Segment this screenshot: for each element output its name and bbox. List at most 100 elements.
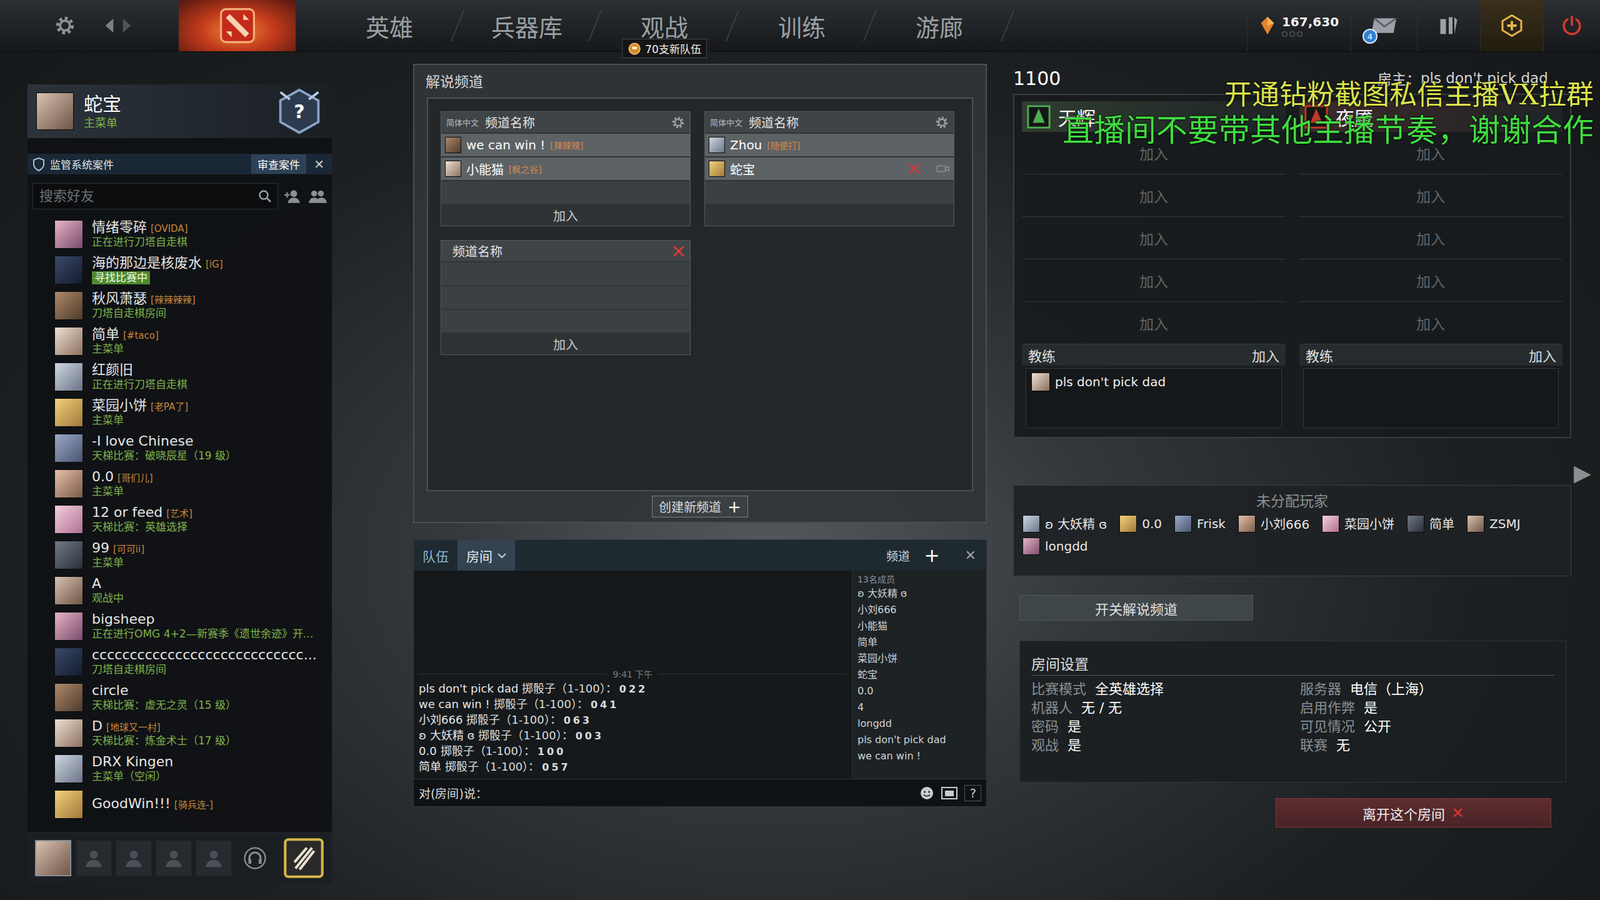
chat-message-user[interactable]: we can win !: [418, 697, 490, 711]
empty-party-slot[interactable]: [196, 840, 232, 876]
add-friend-icon[interactable]: [284, 188, 302, 205]
chat-message-user[interactable]: ʚ 大妖精 ɞ: [418, 728, 475, 742]
chat-member[interactable]: 4: [857, 699, 982, 716]
review-case-button[interactable]: 审查案件: [251, 154, 307, 174]
battle-pass-icon[interactable]: [283, 837, 325, 879]
channel-member[interactable]: 蛇宝: [705, 157, 954, 180]
add-channel-button[interactable]: +: [923, 546, 940, 565]
unassigned-player[interactable]: ZSMJ: [1466, 514, 1521, 533]
new-teams-badge[interactable]: 70支新队伍: [621, 38, 707, 59]
delete-channel-icon[interactable]: [672, 245, 685, 258]
nav-tab[interactable]: 游廊: [870, 0, 1009, 52]
chat-member[interactable]: 小能猫: [857, 618, 982, 635]
chat-message-user[interactable]: 小刘666: [418, 713, 463, 727]
chat-tab[interactable]: 房间: [457, 540, 515, 571]
friend-row[interactable]: 0.0[哥们儿]主菜单: [27, 465, 332, 502]
emoji-icon[interactable]: [919, 785, 935, 801]
nav-tab[interactable]: 兵器库: [458, 0, 596, 52]
unassigned-player[interactable]: Frisk: [1174, 514, 1226, 533]
quit-button[interactable]: [1543, 0, 1600, 52]
chat-help-button[interactable]: ?: [964, 785, 982, 802]
friend-row[interactable]: 简单[#taco]主菜单: [27, 323, 332, 359]
team-slot[interactable]: 加入: [1299, 131, 1564, 175]
unassigned-player[interactable]: 菜园小饼: [1321, 514, 1395, 533]
team-slot[interactable]: 加入: [1021, 301, 1286, 345]
friend-row[interactable]: cccccccccccccccccccccccccccc...刀塔自走棋房间: [27, 643, 332, 680]
channel-member[interactable]: 小能猫[枫之谷]: [441, 157, 690, 180]
create-channel-button[interactable]: 创建新频道+: [651, 495, 749, 518]
case-close-button[interactable]: ✕: [311, 156, 327, 172]
friends-group-icon[interactable]: [308, 188, 327, 205]
chat-input[interactable]: [493, 785, 914, 801]
close-chat-button[interactable]: ✕: [965, 547, 977, 564]
friend-row[interactable]: 红颜旧正在进行刀塔自走棋: [27, 358, 332, 395]
team-slot[interactable]: 加入: [1021, 174, 1286, 217]
unassigned-player[interactable]: 小刘666: [1238, 514, 1310, 533]
friend-search-input[interactable]: [38, 187, 258, 205]
screenshot-icon[interactable]: [940, 785, 959, 801]
team-slot[interactable]: 加入: [1021, 216, 1286, 260]
friend-row[interactable]: DRX Kingen主菜单（空闲）: [27, 750, 332, 787]
back-arrow-icon[interactable]: [104, 17, 115, 34]
chat-tab[interactable]: 队伍: [413, 540, 458, 571]
team-slot[interactable]: 加入: [1299, 216, 1564, 260]
empty-party-slot[interactable]: [156, 840, 192, 876]
chat-message-user[interactable]: 0.0: [418, 744, 437, 758]
chat-member[interactable]: 蛇宝: [857, 666, 982, 684]
friend-row[interactable]: 菜园小饼[老PA了]主菜单: [27, 394, 332, 430]
channel-settings-gear-icon[interactable]: [935, 115, 949, 130]
camera-icon[interactable]: [936, 163, 950, 174]
unassigned-player[interactable]: 0.0: [1119, 514, 1162, 533]
chat-member[interactable]: we can win !: [857, 748, 982, 765]
team-slot[interactable]: 加入: [1299, 259, 1564, 302]
chat-member[interactable]: 0.0: [857, 683, 982, 700]
channel-member[interactable]: Zhou[随便打]: [705, 133, 954, 157]
leave-channel-icon[interactable]: [908, 163, 920, 175]
friend-row[interactable]: 海的那边是核废水[iG]寻找比赛中: [27, 251, 332, 288]
team-slot[interactable]: 加入: [1021, 131, 1286, 175]
chat-member[interactable]: 简单: [857, 634, 982, 651]
team-slot[interactable]: 加入: [1299, 174, 1564, 217]
chat-member[interactable]: 小刘666: [857, 601, 982, 619]
friend-row[interactable]: A观战中: [27, 572, 332, 609]
friend-row[interactable]: GoodWin!!![骑兵连-]: [27, 786, 332, 822]
channel-member[interactable]: we can win ![辣辣辣]: [441, 133, 690, 157]
store-button[interactable]: [1480, 0, 1544, 52]
chat-message-user[interactable]: 简单: [418, 760, 442, 774]
coach-entry[interactable]: pls don't pick dad: [1031, 372, 1277, 392]
channel-menu-label[interactable]: 频道: [886, 546, 910, 564]
leave-room-button[interactable]: 离开这个房间✕: [1275, 798, 1552, 828]
empty-party-slot[interactable]: [76, 840, 112, 876]
friend-row[interactable]: 秋风萧瑟[辣辣辣辣]刀塔自走棋房间: [27, 287, 332, 324]
team-slot[interactable]: 加入: [1299, 301, 1564, 345]
forward-arrow-icon[interactable]: [121, 17, 132, 34]
chat-message-user[interactable]: pls don't pick dad: [418, 681, 519, 695]
mail-button[interactable]: 4: [1350, 0, 1417, 52]
nav-tab[interactable]: 训练: [733, 0, 871, 52]
friend-row[interactable]: -I love Chinese天梯比赛：破晓辰星（19 级）: [27, 430, 332, 466]
chat-member[interactable]: pls don't pick dad: [857, 731, 982, 749]
friend-row[interactable]: 12 or feed[艺术]天梯比赛：英雄选择: [27, 501, 332, 537]
channel-settings-gear-icon[interactable]: [671, 115, 685, 130]
coach-join-button[interactable]: 加入: [1528, 345, 1557, 365]
nav-tab[interactable]: 观战70支新队伍: [595, 0, 734, 52]
chat-member[interactable]: ʚ 大妖精 ɞ: [857, 585, 982, 602]
voice-headset-icon[interactable]: [243, 846, 267, 870]
unassigned-player[interactable]: ʚ 大妖精 ɞ: [1022, 514, 1107, 533]
rank-badge[interactable]: ?: [275, 87, 324, 135]
friend-row[interactable]: 99[可可ii]主菜单: [27, 536, 332, 573]
chat-member[interactable]: 菜园小饼: [857, 650, 982, 667]
chat-member[interactable]: longdd: [857, 715, 982, 732]
profile-header[interactable]: 蛇宝主菜单?: [27, 84, 332, 139]
broadcast-toggle-button[interactable]: 开关解说频道: [1019, 595, 1254, 621]
armory-button[interactable]: [1416, 0, 1480, 52]
settings-button[interactable]: [40, 0, 90, 52]
friend-row[interactable]: circle天梯比赛：虚无之灵（15 级）: [27, 679, 332, 715]
unassigned-player[interactable]: 简单: [1406, 514, 1455, 533]
empty-party-slot[interactable]: [116, 840, 152, 876]
friend-row[interactable]: 情绪零碎[OVIDA]正在进行刀塔自走棋: [27, 216, 332, 252]
friend-row[interactable]: bigsheep正在进行OMG 4+2—新赛季《遗世余迹》开…: [27, 608, 332, 644]
coach-join-button[interactable]: 加入: [1251, 345, 1280, 365]
side-panel-arrow[interactable]: ▶: [1573, 460, 1592, 486]
join-channel-button[interactable]: 加入: [553, 335, 579, 354]
